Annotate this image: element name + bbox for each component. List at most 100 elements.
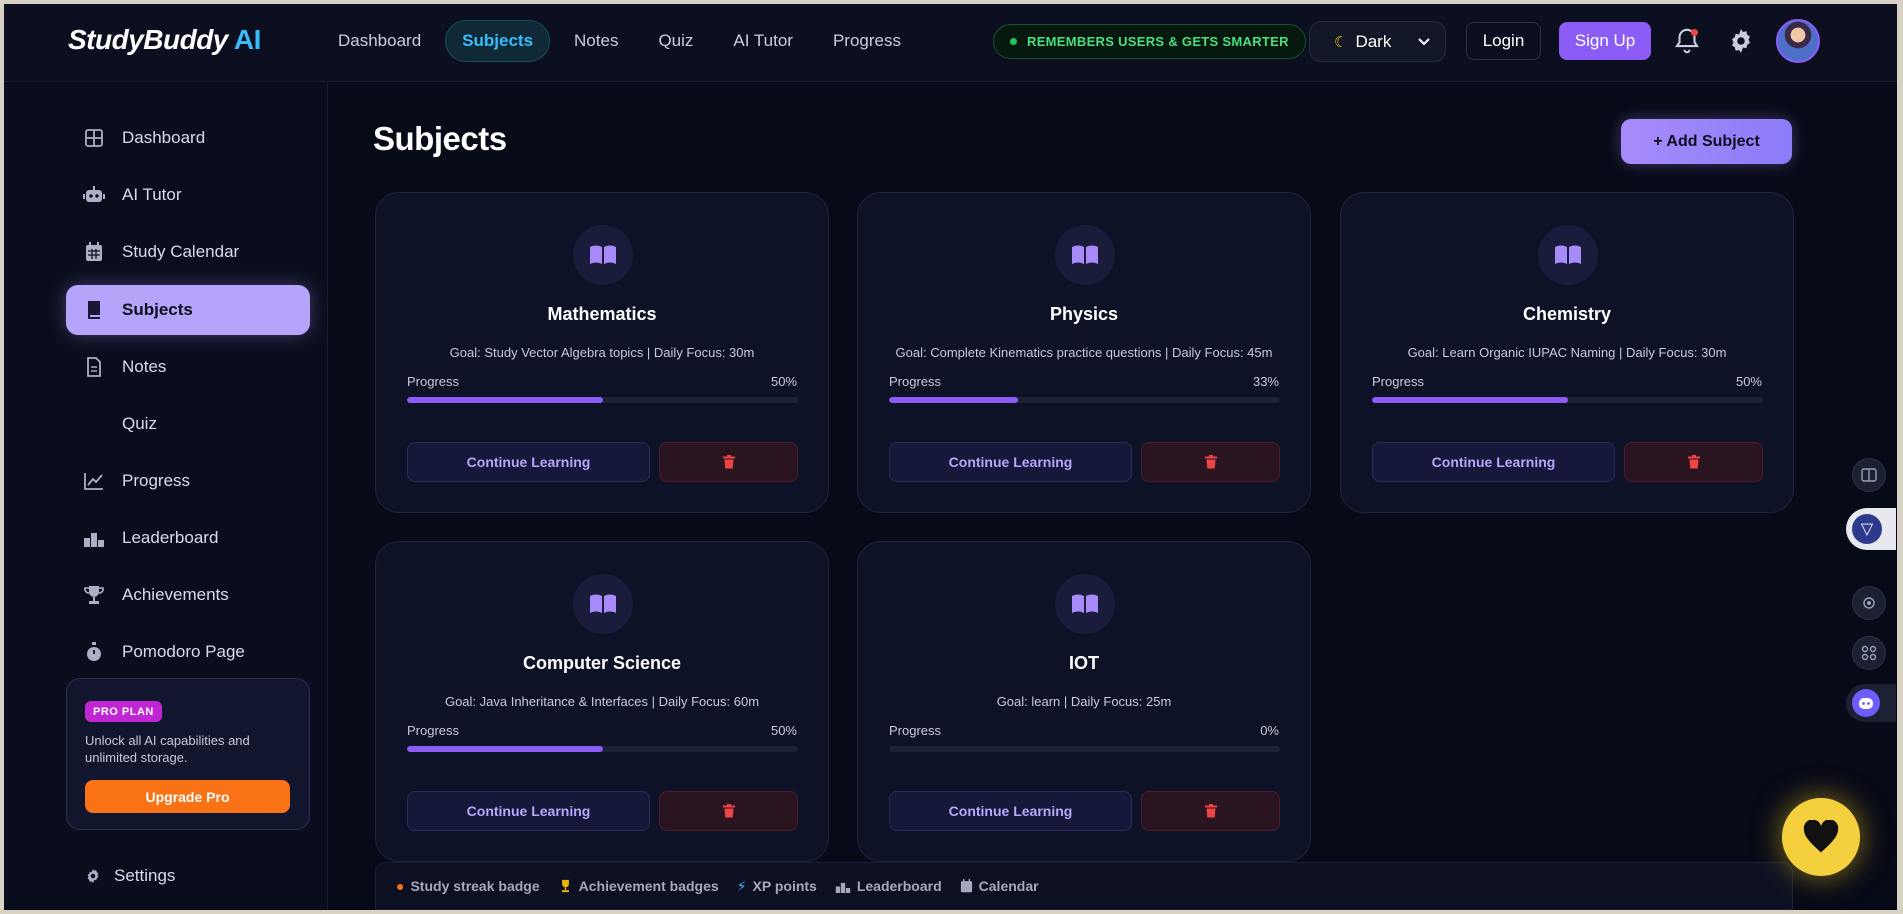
assistant-bot-icon[interactable]	[1846, 684, 1896, 722]
memory-pill-text: REMEMBERS USERS & GETS SMARTER	[1027, 34, 1289, 49]
subject-goal: Goal: Study Vector Algebra topics | Dail…	[449, 345, 755, 360]
subject-name: Physics	[1049, 304, 1119, 324]
progress-bar-fill	[889, 397, 1019, 403]
trash-icon	[722, 455, 735, 469]
subject-goal: Goal: Java Inheritance & Interfaces | Da…	[444, 694, 760, 709]
footer-item-leaderboard: Leaderboard	[835, 878, 942, 894]
book-open-icon	[1538, 225, 1598, 285]
grid-icon	[83, 127, 105, 149]
continue-learning-button[interactable]: Continue Learning	[407, 442, 650, 482]
footer-item-label: XP points	[752, 878, 817, 894]
trash-icon	[1204, 455, 1217, 469]
nav-notes[interactable]: Notes	[558, 20, 634, 62]
pro-plan-card: PRO PLAN Unlock all AI capabilities and …	[66, 678, 310, 830]
continue-learning-button[interactable]: Continue Learning	[889, 791, 1132, 831]
podium-icon	[83, 527, 105, 549]
main-nav: Dashboard Subjects Notes Quiz AI Tutor P…	[322, 20, 917, 62]
calendar-icon	[83, 241, 105, 263]
continue-learning-button[interactable]: Continue Learning	[1372, 442, 1615, 482]
delete-subject-button[interactable]	[659, 791, 798, 831]
delete-subject-button[interactable]	[1141, 442, 1280, 482]
progress-bar	[407, 397, 798, 403]
book-open-icon	[1055, 225, 1115, 285]
progress-label: Progress	[889, 723, 942, 738]
robot-icon	[83, 184, 105, 206]
nav-subjects[interactable]: Subjects	[445, 20, 551, 62]
footer-item-label: Study streak badge	[410, 878, 540, 894]
pro-plan-text: Unlock all AI capabilities and unlimited…	[85, 733, 250, 765]
sidebar-item-study-calendar[interactable]: Study Calendar	[66, 227, 310, 277]
subject-card: Mathematics Goal: Study Vector Algebra t…	[375, 192, 829, 513]
trash-icon	[722, 804, 735, 818]
nav-ai-tutor[interactable]: AI Tutor	[717, 20, 809, 62]
broadcast-icon[interactable]	[1852, 586, 1886, 620]
notification-bell-icon[interactable]	[1672, 26, 1702, 56]
footer-item-calendar: Calendar	[960, 878, 1039, 894]
sidebar-item-label: Subjects	[122, 300, 193, 319]
sidebar-item-ai-tutor[interactable]: AI Tutor	[66, 170, 310, 220]
progress-bar	[407, 746, 798, 752]
footer-item-streak: ● Study streak badge	[396, 878, 540, 894]
flame-icon: ●	[396, 878, 405, 894]
chevron-down-icon	[1418, 38, 1430, 46]
sidebar-item-pomodoro[interactable]: Pomodoro Page	[66, 627, 310, 677]
progress-bar	[889, 397, 1280, 403]
progress-label: Progress	[407, 374, 460, 389]
progress-bar	[889, 746, 1280, 752]
continue-learning-button[interactable]: Continue Learning	[889, 442, 1132, 482]
subject-name: Computer Science	[522, 653, 682, 673]
vpn-extension-icon[interactable]: ▽	[1846, 508, 1896, 550]
subject-goal: Goal: learn | Daily Focus: 25m	[996, 694, 1172, 709]
sidebar-item-subjects[interactable]: Subjects	[66, 285, 310, 335]
delete-subject-button[interactable]	[1141, 791, 1280, 831]
sidebar-item-dashboard[interactable]: Dashboard	[66, 113, 310, 163]
sidebar-item-leaderboard[interactable]: Leaderboard	[66, 513, 310, 563]
theme-select[interactable]: ☾ Dark	[1309, 21, 1446, 62]
sidebar-item-quiz[interactable]: Quiz	[66, 399, 310, 449]
brand-logo[interactable]: StudyBuddy AI	[68, 24, 261, 56]
pro-plan-badge: PRO PLAN	[85, 701, 162, 722]
book-icon	[83, 299, 105, 321]
favorite-heart-button[interactable]	[1782, 798, 1860, 876]
nav-dashboard[interactable]: Dashboard	[322, 20, 437, 62]
bolt-icon: ⚡	[736, 877, 747, 894]
book-open-icon	[573, 225, 633, 285]
nav-quiz[interactable]: Quiz	[642, 20, 709, 62]
login-button[interactable]: Login	[1466, 22, 1541, 60]
sidebar-item-settings[interactable]: Settings	[84, 866, 175, 886]
signup-button[interactable]: Sign Up	[1559, 22, 1651, 60]
status-dot-icon	[1010, 38, 1017, 45]
sidebar-item-label: AI Tutor	[122, 185, 182, 204]
sidebar-item-notes[interactable]: Notes	[66, 342, 310, 392]
continue-learning-button[interactable]: Continue Learning	[407, 791, 650, 831]
book-open-icon	[1055, 574, 1115, 634]
nav-progress[interactable]: Progress	[817, 20, 917, 62]
progress-bar	[1372, 397, 1763, 403]
progress-label: Progress	[407, 723, 460, 738]
file-icon	[83, 356, 105, 378]
upgrade-pro-button[interactable]: Upgrade Pro	[85, 780, 290, 813]
progress-bar-fill	[407, 746, 603, 752]
progress-bar-fill	[407, 397, 603, 403]
trash-icon	[1687, 455, 1700, 469]
progress-label: Progress	[1372, 374, 1425, 389]
sidebar-item-label: Dashboard	[122, 128, 206, 147]
notification-badge	[1691, 29, 1698, 36]
sidebar-item-achievements[interactable]: Achievements	[66, 570, 310, 620]
delete-subject-button[interactable]	[1624, 442, 1763, 482]
progress-percent: 33%	[1252, 374, 1279, 389]
command-icon[interactable]	[1852, 636, 1886, 670]
reader-mode-icon[interactable]	[1852, 458, 1886, 492]
gear-icon[interactable]	[1726, 26, 1756, 56]
delete-subject-button[interactable]	[659, 442, 798, 482]
sidebar-item-progress[interactable]: Progress	[66, 456, 310, 506]
gear-icon	[87, 868, 99, 884]
progress-percent: 50%	[770, 374, 797, 389]
sidebar: Dashboard AI Tutor Study Calendar Subjec…	[0, 83, 328, 914]
moon-icon: ☾	[1334, 33, 1348, 51]
theme-label: Dark	[1355, 31, 1392, 51]
user-avatar[interactable]	[1776, 19, 1820, 63]
subject-goal: Goal: Learn Organic IUPAC Naming | Daily…	[1407, 345, 1727, 360]
add-subject-button[interactable]: + Add Subject	[1621, 119, 1792, 164]
subject-card: Physics Goal: Complete Kinematics practi…	[857, 192, 1311, 513]
